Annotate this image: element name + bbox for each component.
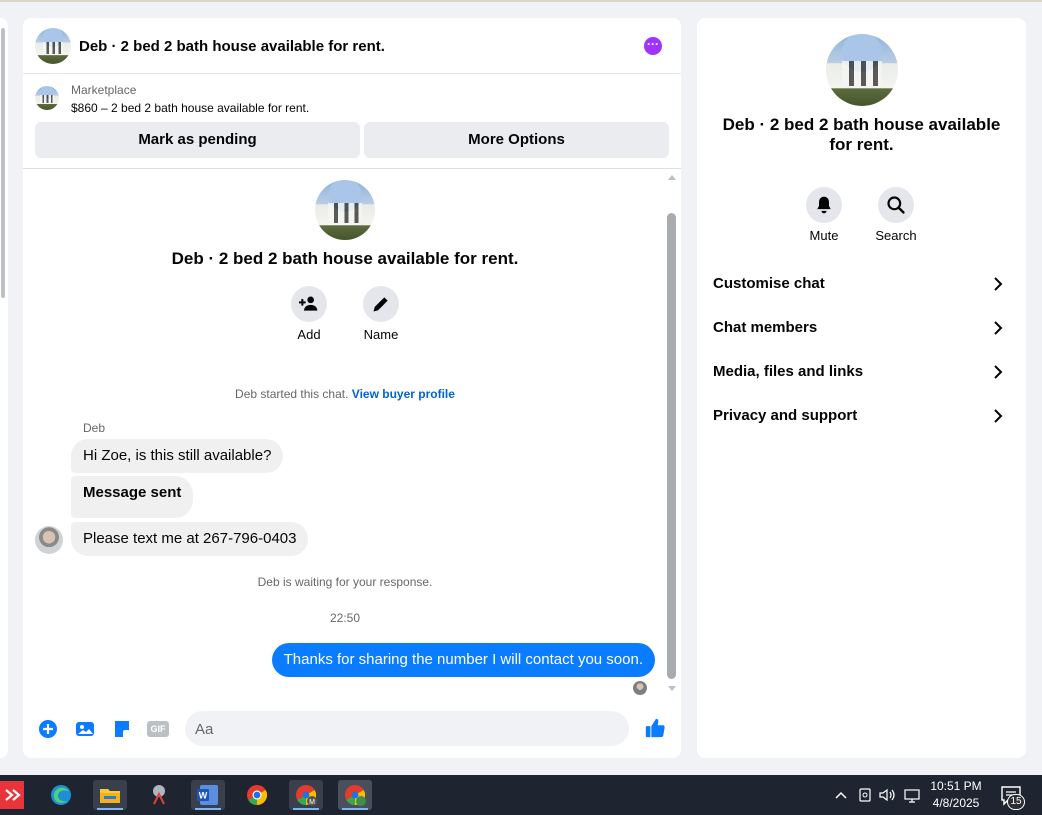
message-bubble[interactable]: Message sent [71,476,194,518]
active-indicator [293,808,319,810]
active-indicator [97,808,123,810]
edge-browser-icon[interactable] [44,780,78,810]
mark-as-pending-button[interactable]: Mark as pending [35,122,360,158]
chat-started-notice: Deb started this chat. View buyer profil… [23,387,667,401]
chrome-profile-active-icon[interactable] [338,780,372,810]
seen-receipt-avatar [633,681,647,695]
message-composer: GIF [23,708,681,750]
file-explorer-icon[interactable] [93,780,127,810]
message-input-box[interactable] [185,711,629,746]
more-options-button[interactable]: More Options [364,122,669,158]
chevron-right-icon [994,277,1003,291]
left-panel-edge [0,18,8,758]
intro-avatar [315,180,375,240]
search-icon [887,196,905,214]
chevron-up-icon[interactable] [834,788,848,802]
chat-avatar[interactable] [35,28,71,64]
window-top-border [0,0,1042,2]
menu-item-label: Chat members [713,319,818,336]
windows-taskbar: W M 10:51 PM 4/8/2025 15 [0,775,1042,815]
message-input[interactable] [195,719,585,739]
chevron-right-icon [994,321,1003,335]
edit-name-button[interactable] [363,286,399,322]
menu-media-files-links[interactable]: Media, files and links [705,352,1018,392]
chrome-icon[interactable] [240,780,274,810]
sender-name: Deb [83,421,106,435]
started-text: Deb started this chat. [235,387,349,401]
plus-circle-icon[interactable] [38,719,58,739]
snipping-tool-icon[interactable] [142,780,176,810]
network-icon[interactable] [903,787,921,803]
message-bubble[interactable]: Please text me at 267-796-0403 [71,522,309,556]
add-people-button[interactable] [291,286,327,322]
search-button[interactable] [878,187,914,223]
mute-label: Mute [809,228,839,243]
chat-title[interactable]: Deb · 2 bed 2 bath house available for r… [79,38,385,55]
view-buyer-profile-link[interactable]: View buyer profile [352,387,455,401]
add-label: Add [297,327,321,342]
menu-chat-members[interactable]: Chat members [705,308,1018,348]
left-scrollbar-thumb[interactable] [1,28,5,298]
info-title: Deb · 2 bed 2 bath house available for r… [722,115,1001,154]
chat-header: Deb · 2 bed 2 bath house available for r… [23,18,681,74]
marketplace-listing-row[interactable]: Marketplace $860 – 2 bed 2 bath house av… [23,75,681,121]
active-indicator [195,808,221,810]
add-person-icon [299,296,318,311]
name-label: Name [363,327,399,342]
bell-icon [817,196,831,214]
waiting-notice: Deb is waiting for your response. [257,575,433,589]
gif-icon[interactable]: GIF [147,721,169,737]
scrollbar-thumb[interactable] [667,213,676,679]
word-letter: W [199,791,208,801]
profile-letter: M [309,799,315,806]
my-message-bubble[interactable]: Thanks for sharing the number I will con… [271,643,655,677]
menu-item-label: Customise chat [713,275,825,292]
listing-thumbnail [35,86,59,110]
thumbs-up-icon[interactable] [644,717,666,739]
scroll-down-arrow-icon[interactable] [668,686,676,691]
menu-item-label: Privacy and support [713,407,858,424]
system-clock[interactable]: 10:51 PM 4/8/2025 [920,778,992,812]
message-timestamp: 22:50 [329,611,361,625]
photo-icon[interactable] [75,719,95,739]
chat-panel: Deb · 2 bed 2 bath house available for r… [23,18,681,758]
menu-customise-chat[interactable]: Customise chat [705,264,1018,304]
marketplace-label: Marketplace [71,83,137,97]
chat-info-panel: Deb · 2 bed 2 bath house available for r… [697,18,1026,758]
notification-count-badge: 15 [1007,794,1025,810]
menu-privacy-support[interactable]: Privacy and support [705,396,1018,436]
scroll-up-arrow-icon[interactable] [668,175,676,180]
word-icon[interactable]: W [191,780,225,810]
sender-avatar[interactable] [35,526,63,554]
mute-button[interactable] [806,187,842,223]
intro-title: Deb · 2 bed 2 bath house available for r… [171,249,519,268]
clock-date: 4/8/2025 [932,796,980,810]
volume-icon[interactable] [878,787,896,803]
active-indicator [342,808,368,810]
menu-item-label: Media, files and links [713,363,864,380]
meet-now-icon[interactable] [857,787,873,803]
message-list: Deb · 2 bed 2 bath house available for r… [23,169,681,699]
pencil-icon [373,297,388,312]
info-avatar[interactable] [826,34,898,106]
search-label: Search [875,228,917,243]
app-launcher-icon[interactable] [0,781,24,809]
clock-time: 10:51 PM [930,779,982,793]
message-scrollbar[interactable] [666,169,678,699]
chevron-right-icon [994,409,1003,423]
chevron-right-icon [994,365,1003,379]
sticker-icon[interactable] [112,719,132,739]
chrome-profile-m-icon[interactable]: M [289,780,323,810]
message-bubble[interactable]: Hi Zoe, is this still available? [71,439,284,473]
listing-price-title: $860 – 2 bed 2 bath house available for … [71,101,310,115]
more-options-icon[interactable]: ··· [644,37,662,55]
